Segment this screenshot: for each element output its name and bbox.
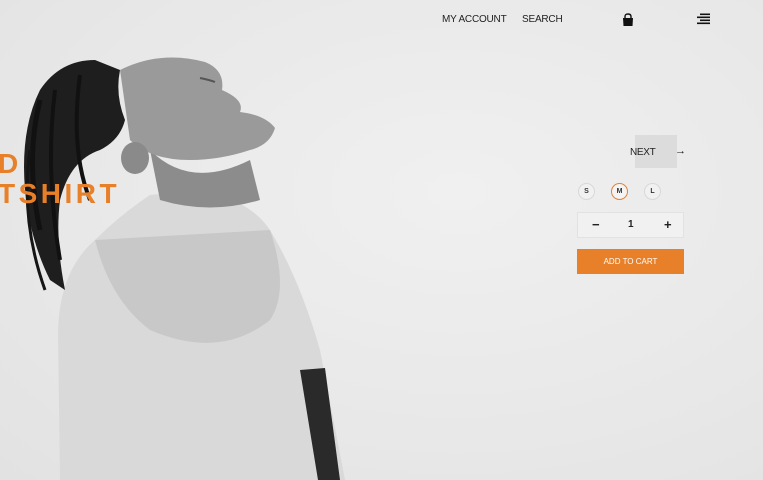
product-title-line1: D (0, 148, 22, 179)
my-account-link[interactable]: MY ACCOUNT (442, 14, 507, 25)
shopping-bag-icon[interactable] (622, 13, 634, 27)
next-button[interactable]: NEXT (630, 147, 656, 158)
add-to-cart-button[interactable]: ADD TO CART (577, 249, 684, 274)
size-option-m[interactable]: M (611, 183, 628, 200)
arrow-right-icon[interactable]: → (675, 145, 686, 157)
quantity-stepper: − 1 + (577, 212, 684, 238)
hero-background (0, 0, 763, 480)
increase-quantity-button[interactable]: + (664, 217, 672, 232)
decrease-quantity-button[interactable]: − (592, 217, 600, 232)
quantity-value: 1 (628, 219, 634, 230)
search-link[interactable]: SEARCH (522, 14, 563, 25)
size-option-s[interactable]: S (578, 183, 595, 200)
size-option-l[interactable]: L (644, 183, 661, 200)
model-photo (24, 57, 345, 480)
product-title-line2: TSHIRT (0, 178, 121, 209)
hamburger-menu-icon[interactable] (697, 13, 710, 25)
